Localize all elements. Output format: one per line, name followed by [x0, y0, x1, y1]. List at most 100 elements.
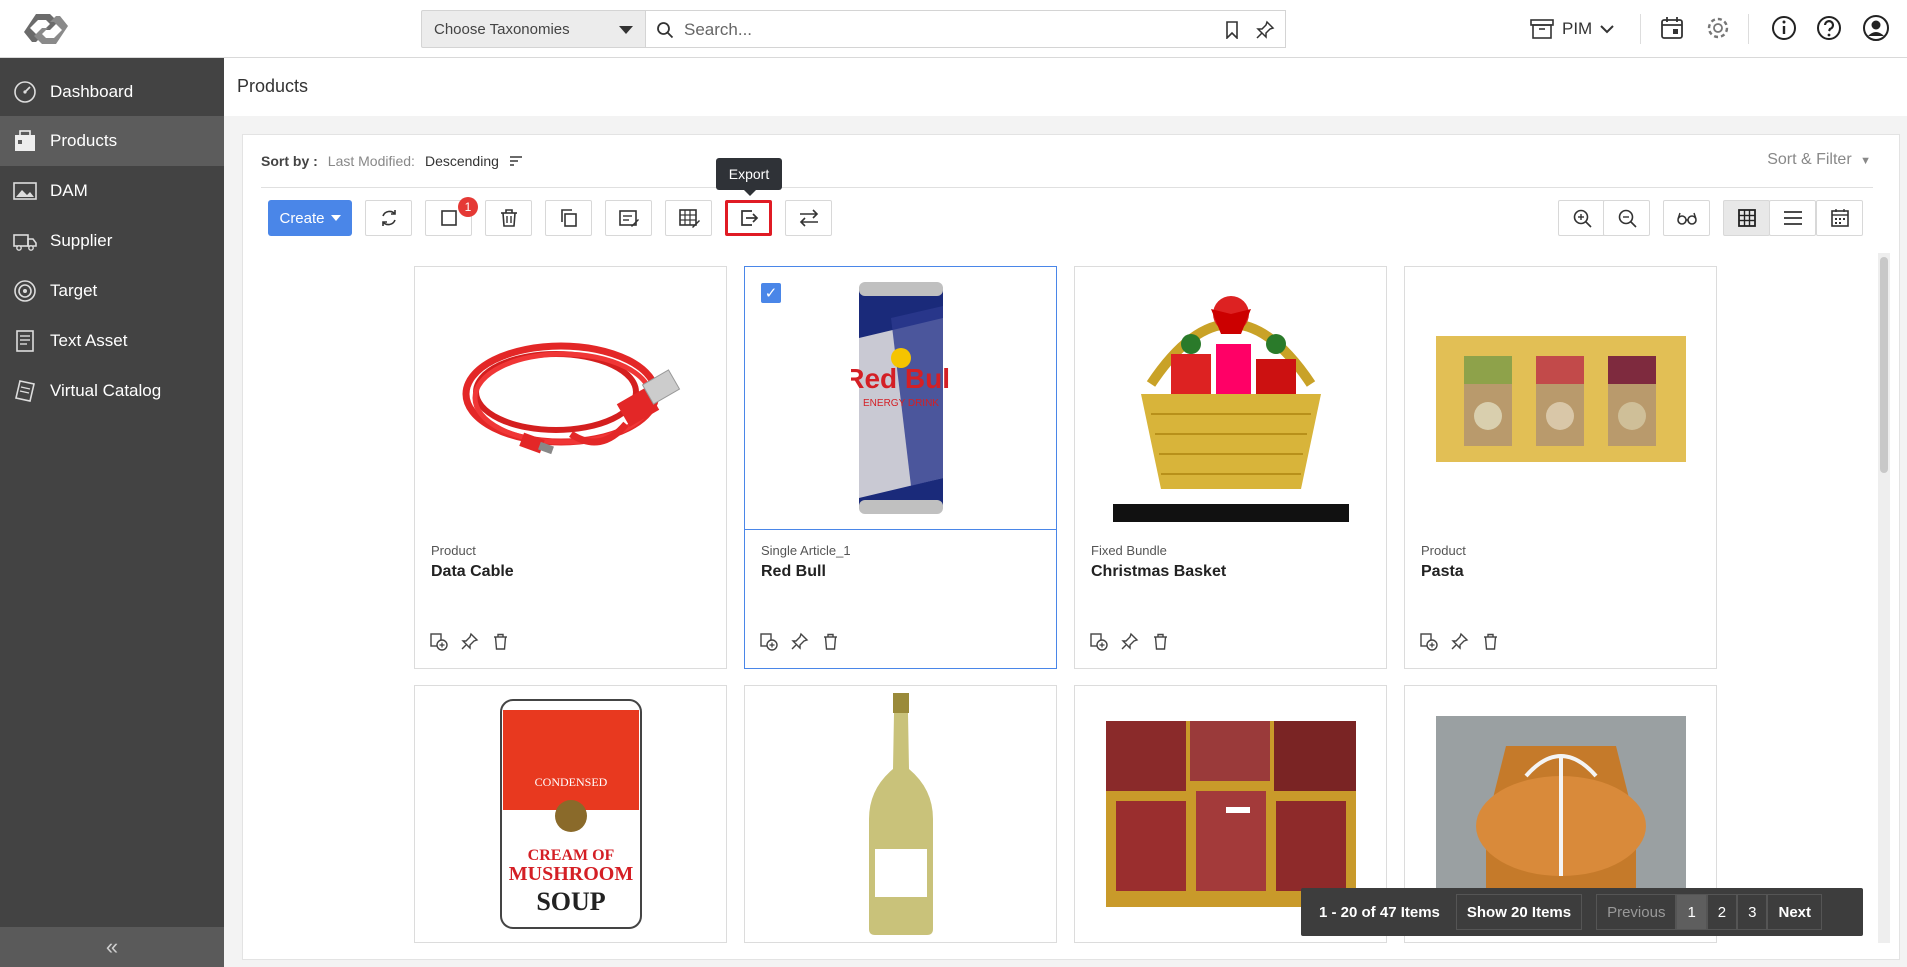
- caret-down-icon: [330, 215, 341, 221]
- double-chevron-left-icon: «: [105, 934, 119, 959]
- sidebar-item-label: Products: [50, 131, 118, 150]
- add-to-collection-icon[interactable]: [759, 632, 778, 651]
- page-3-button[interactable]: 3: [1737, 894, 1768, 930]
- info-icon[interactable]: [1770, 14, 1798, 42]
- caret-down-icon: ▼: [1860, 155, 1871, 167]
- zoom-in-icon: [1573, 209, 1592, 228]
- sidebar-item-text-asset[interactable]: Text Asset: [0, 316, 224, 366]
- preview-button[interactable]: [1663, 200, 1710, 236]
- export-button[interactable]: [725, 200, 772, 236]
- user-avatar-icon[interactable]: [1862, 14, 1890, 42]
- sidebar-item-products[interactable]: Products: [0, 116, 224, 166]
- product-name[interactable]: Pasta: [1421, 563, 1464, 581]
- refresh-icon: [381, 210, 396, 226]
- truck-icon: [13, 234, 37, 251]
- pin-icon[interactable]: [790, 632, 809, 651]
- trash-icon[interactable]: [491, 632, 510, 651]
- top-bar: Choose Taxonomies PIM: [0, 0, 1907, 58]
- sidebar-item-supplier[interactable]: Supplier: [0, 216, 224, 266]
- scrollbar-thumb[interactable]: [1880, 257, 1888, 473]
- product-card[interactable]: [744, 685, 1057, 943]
- zoom-in-button[interactable]: [1558, 200, 1605, 236]
- add-to-collection-icon[interactable]: [1419, 632, 1438, 651]
- divider: [1640, 14, 1641, 44]
- product-image-christmas-basket: [1075, 267, 1386, 530]
- pin-icon[interactable]: [1255, 20, 1275, 40]
- bookmark-icon[interactable]: [1223, 21, 1241, 39]
- refresh-button[interactable]: [365, 200, 412, 236]
- gear-icon[interactable]: [1704, 14, 1732, 42]
- product-card[interactable]: Product Pasta: [1404, 266, 1717, 669]
- add-to-collection-icon[interactable]: [429, 632, 448, 651]
- product-name[interactable]: Red Bull: [761, 563, 826, 581]
- sidebar-item-label: Text Asset: [50, 331, 128, 350]
- sort-field[interactable]: Last Modified:: [328, 153, 415, 169]
- zoom-out-icon: [1618, 209, 1637, 228]
- calendar-icon[interactable]: [1658, 14, 1686, 42]
- create-button[interactable]: Create: [268, 200, 352, 236]
- sidebar-item-label: DAM: [50, 181, 88, 200]
- sidebar: Dashboard Products DAM Supplier Target T…: [0, 58, 224, 967]
- previous-page-button[interactable]: Previous: [1596, 894, 1677, 930]
- scrollbar[interactable]: [1878, 253, 1890, 943]
- module-switcher[interactable]: PIM: [1530, 14, 1614, 44]
- table-edit-button[interactable]: [665, 200, 712, 236]
- pin-icon[interactable]: [1450, 632, 1469, 651]
- search-input[interactable]: [684, 17, 1204, 43]
- product-image-data-cable: [415, 267, 726, 530]
- product-name[interactable]: Christmas Basket: [1091, 563, 1226, 581]
- sort-filter-toggle[interactable]: Sort & Filter ▼: [1767, 151, 1871, 169]
- export-icon: [740, 210, 758, 226]
- divider: [261, 187, 1873, 188]
- pin-icon[interactable]: [1120, 632, 1139, 651]
- product-name[interactable]: Data Cable: [431, 563, 514, 581]
- taxonomy-select-label: Choose Taxonomies: [434, 21, 570, 38]
- zoom-out-button[interactable]: [1603, 200, 1650, 236]
- sidebar-item-dam[interactable]: DAM: [0, 166, 224, 216]
- product-type: Fixed Bundle: [1091, 543, 1167, 558]
- product-card[interactable]: Product Data Cable: [414, 266, 727, 669]
- sidebar-item-virtual-catalog[interactable]: Virtual Catalog: [0, 366, 224, 416]
- card-checkbox[interactable]: ✓: [761, 283, 781, 303]
- product-card[interactable]: Red Bull ENERGY DRINK ✓ Single Article_1…: [744, 266, 1057, 669]
- card-actions: [759, 632, 840, 651]
- trash-icon[interactable]: [1151, 632, 1170, 651]
- product-image-pasta: [1405, 267, 1716, 530]
- page-2-button[interactable]: 2: [1706, 894, 1738, 930]
- sidebar-item-dashboard[interactable]: Dashboard: [0, 67, 224, 117]
- list-view-button[interactable]: [1769, 200, 1816, 236]
- page-size-button[interactable]: Show 20 Items: [1455, 894, 1583, 930]
- sidebar-item-label: Target: [50, 281, 98, 300]
- document-icon: [16, 330, 34, 352]
- delete-button[interactable]: [485, 200, 532, 236]
- sidebar-item-target[interactable]: Target: [0, 266, 224, 316]
- sort-icon[interactable]: [509, 155, 523, 167]
- logo[interactable]: [22, 10, 70, 48]
- glasses-icon: [1676, 212, 1697, 225]
- trash-icon[interactable]: [1481, 632, 1500, 651]
- search-icon: [657, 22, 674, 39]
- bulk-edit-button[interactable]: [605, 200, 652, 236]
- svg-text:SOUP: SOUP: [536, 887, 605, 916]
- sort-filter-label: Sort & Filter: [1767, 151, 1852, 168]
- product-type: Single Article_1: [761, 543, 851, 558]
- product-card[interactable]: Fixed Bundle Christmas Basket: [1074, 266, 1387, 669]
- transfer-button[interactable]: [785, 200, 832, 236]
- grid-view-button[interactable]: [1723, 200, 1770, 236]
- help-icon[interactable]: [1815, 14, 1843, 42]
- taxonomy-select[interactable]: Choose Taxonomies: [421, 10, 646, 48]
- page-1-button[interactable]: 1: [1676, 894, 1707, 930]
- grid-icon: [1737, 209, 1756, 227]
- add-to-collection-icon[interactable]: [1089, 632, 1108, 651]
- product-card[interactable]: CONDENSED CREAM OF MUSHROOM SOUP: [414, 685, 727, 943]
- next-page-button[interactable]: Next: [1767, 894, 1822, 930]
- page-title: Products: [237, 76, 309, 96]
- trash-icon[interactable]: [821, 632, 840, 651]
- product-image-red-bull: Red Bull ENERGY DRINK: [745, 267, 1056, 530]
- sort-order[interactable]: Descending: [425, 153, 499, 169]
- sidebar-collapse-button[interactable]: «: [0, 927, 224, 967]
- pin-icon[interactable]: [460, 632, 479, 651]
- svg-text:MUSHROOM: MUSHROOM: [508, 863, 633, 885]
- calendar-view-button[interactable]: [1816, 200, 1863, 236]
- copy-button[interactable]: [545, 200, 592, 236]
